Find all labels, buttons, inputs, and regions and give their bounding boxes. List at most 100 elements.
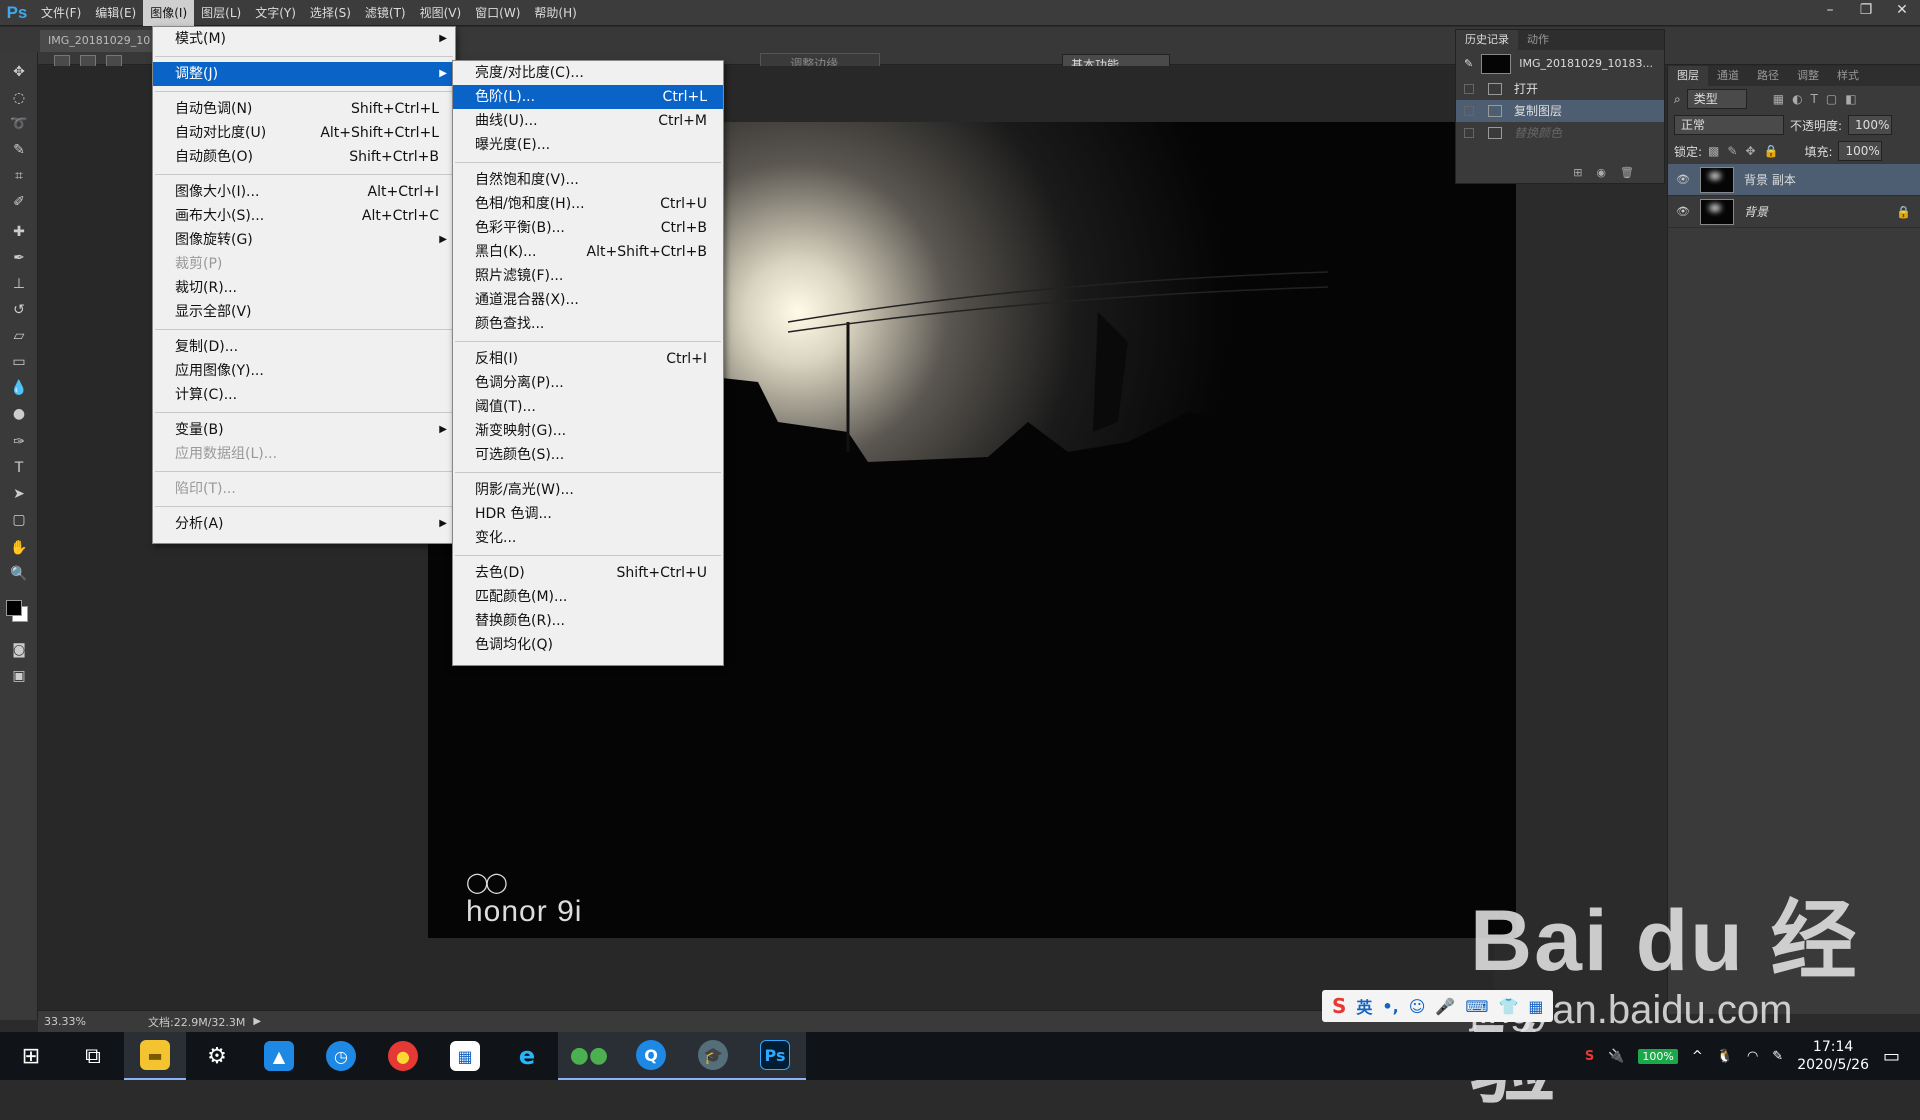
adjust-submenu-item[interactable]: 颜色查找... bbox=[453, 312, 723, 336]
history-checkbox[interactable] bbox=[1464, 84, 1474, 94]
type-tool-icon[interactable]: T bbox=[9, 458, 29, 478]
edu-app-icon[interactable]: 🎓 bbox=[682, 1032, 744, 1080]
ime-mode[interactable]: 英 bbox=[1356, 994, 1372, 1018]
adjust-submenu-item[interactable]: 色阶(L)... Ctrl+L bbox=[453, 85, 723, 109]
new-document-from-state-icon[interactable]: ⊞ bbox=[1573, 166, 1582, 179]
zoom-level[interactable]: 33.33% bbox=[38, 1015, 88, 1028]
photos-icon[interactable]: ▲ bbox=[248, 1032, 310, 1080]
menu-edit[interactable]: 编辑(E) bbox=[88, 0, 143, 26]
file-explorer-icon[interactable]: ▬ bbox=[124, 1032, 186, 1080]
emoji-icon[interactable]: ☺ bbox=[1409, 997, 1426, 1016]
tab-adjustments[interactable]: 调整 bbox=[1788, 66, 1828, 86]
chrome-icon[interactable]: ● bbox=[372, 1032, 434, 1080]
eye-icon[interactable]: 👁 bbox=[1676, 173, 1692, 186]
adjust-submenu-item[interactable]: 匹配颜色(M)... bbox=[453, 585, 723, 609]
menu-layer[interactable]: 图层(L) bbox=[194, 0, 248, 26]
quick-mask-icon[interactable]: ◙ bbox=[9, 640, 29, 660]
image-menu-item[interactable]: 计算(C)... bbox=[153, 383, 455, 407]
adjust-submenu-item[interactable]: 变化... bbox=[453, 526, 723, 550]
layer-background[interactable]: 👁 背景 🔒 bbox=[1668, 196, 1920, 228]
restore-button[interactable]: ❐ bbox=[1848, 0, 1884, 22]
image-menu-item[interactable]: 陷印(T)... bbox=[153, 477, 455, 501]
sogou-ime-icon[interactable]: S bbox=[1332, 994, 1346, 1018]
microphone-icon[interactable]: 🎤 bbox=[1435, 997, 1455, 1016]
adjust-submenu-item[interactable]: 黑白(K)... Alt+Shift+Ctrl+B bbox=[453, 240, 723, 264]
image-menu-item[interactable]: 复制(D)... bbox=[153, 335, 455, 359]
shape-tool-icon[interactable]: ▢ bbox=[9, 510, 29, 530]
adjust-submenu-item[interactable]: 色彩平衡(B)... Ctrl+B bbox=[453, 216, 723, 240]
qq-tray-icon[interactable]: 🐧 bbox=[1717, 1049, 1733, 1064]
document-tab[interactable]: IMG_20181029_10 bbox=[40, 30, 155, 52]
adjust-submenu-item[interactable]: 反相(I) Ctrl+I bbox=[453, 347, 723, 371]
windows-start-icon[interactable]: ⊞ bbox=[0, 1032, 62, 1080]
settings-icon[interactable]: ⚙ bbox=[186, 1032, 248, 1080]
quickq-icon[interactable]: Q bbox=[620, 1032, 682, 1080]
trash-icon[interactable]: 🗑 bbox=[1620, 166, 1634, 179]
eye-icon[interactable]: 👁 bbox=[1676, 205, 1692, 218]
image-menu-item[interactable]: 应用数据组(L)... bbox=[153, 442, 455, 466]
keyboard-icon[interactable]: ⌨ bbox=[1465, 997, 1488, 1016]
image-menu-item[interactable]: 模式(M) ▶ bbox=[153, 27, 455, 51]
chevron-up-icon[interactable]: ^ bbox=[1692, 1049, 1703, 1064]
tab-channels[interactable]: 通道 bbox=[1708, 66, 1748, 86]
layer-background-copy[interactable]: 👁 背景 副本 bbox=[1668, 164, 1920, 196]
image-menu-item[interactable]: 应用图像(Y)... bbox=[153, 359, 455, 383]
task-view-icon[interactable]: ⧉ bbox=[62, 1032, 124, 1080]
adjust-submenu-item[interactable]: 自然饱和度(V)... bbox=[453, 168, 723, 192]
image-menu-item[interactable]: 画布大小(S)... Alt+Ctrl+C bbox=[153, 204, 455, 228]
quick-select-icon[interactable]: ✎ bbox=[9, 140, 29, 160]
image-menu-item[interactable]: 图像旋转(G) ▶ bbox=[153, 228, 455, 252]
image-menu-item[interactable]: 图像大小(I)... Alt+Ctrl+I bbox=[153, 180, 455, 204]
wechat-icon[interactable]: ●● bbox=[558, 1032, 620, 1080]
healing-brush-icon[interactable]: ✚ bbox=[9, 222, 29, 242]
toolbox-icon[interactable]: ▦ bbox=[1528, 997, 1543, 1016]
menu-image[interactable]: 图像(I) bbox=[143, 0, 195, 26]
clock-app-icon[interactable]: ◷ bbox=[310, 1032, 372, 1080]
adjust-submenu-item[interactable]: 色相/饱和度(H)... Ctrl+U bbox=[453, 192, 723, 216]
filter-icons[interactable]: ▦◐T▢◧ bbox=[1773, 92, 1865, 106]
skin-icon[interactable]: 👕 bbox=[1498, 997, 1518, 1016]
move-tool-icon[interactable]: ✥ bbox=[9, 62, 29, 82]
notification-center-icon[interactable]: ▭ bbox=[1883, 1046, 1900, 1067]
adjust-submenu-item[interactable]: 亮度/对比度(C)... bbox=[453, 61, 723, 85]
adjust-submenu-item[interactable]: 通道混合器(X)... bbox=[453, 288, 723, 312]
minimize-button[interactable]: – bbox=[1812, 0, 1848, 22]
hand-tool-icon[interactable]: ✋ bbox=[9, 538, 29, 558]
history-state-open[interactable]: 打开 bbox=[1456, 78, 1664, 100]
adjust-submenu-item[interactable]: 色调分离(P)... bbox=[453, 371, 723, 395]
photoshop-taskbar-icon[interactable]: Ps bbox=[744, 1032, 806, 1080]
pen-tool-icon[interactable]: ✑ bbox=[9, 432, 29, 452]
color-swatch-icon[interactable] bbox=[4, 598, 30, 624]
lock-options-icons[interactable]: ▩✎✥🔒 bbox=[1708, 144, 1786, 158]
opacity-input[interactable]: 100% bbox=[1848, 115, 1893, 135]
dodge-tool-icon[interactable]: ● bbox=[9, 404, 29, 424]
history-checkbox[interactable] bbox=[1464, 106, 1474, 116]
history-snapshot[interactable]: ✎ IMG_20181029_10183... bbox=[1456, 50, 1664, 78]
image-menu-item[interactable]: 裁剪(P) bbox=[153, 252, 455, 276]
fill-input[interactable]: 100% bbox=[1838, 141, 1883, 161]
image-menu-item[interactable]: 显示全部(V) bbox=[153, 300, 455, 324]
image-menu-item[interactable]: 变量(B) ▶ bbox=[153, 418, 455, 442]
zoom-tool-icon[interactable]: 🔍 bbox=[9, 564, 29, 584]
power-plug-icon[interactable]: 🔌 bbox=[1608, 1049, 1624, 1064]
image-menu-item[interactable]: 分析(A) ▶ bbox=[153, 512, 455, 536]
adjust-submenu-item[interactable]: 去色(D) Shift+Ctrl+U bbox=[453, 561, 723, 585]
adjust-submenu-item[interactable]: 渐变映射(G)... bbox=[453, 419, 723, 443]
image-menu-item[interactable]: 自动对比度(U) Alt+Shift+Ctrl+L bbox=[153, 121, 455, 145]
status-expand-icon[interactable]: ▶ bbox=[253, 1016, 261, 1027]
tab-styles[interactable]: 样式 bbox=[1828, 66, 1868, 86]
pen-tray-icon[interactable]: ✎ bbox=[1772, 1049, 1783, 1064]
wifi-icon[interactable]: ◠ bbox=[1747, 1049, 1758, 1064]
ie-browser-icon[interactable]: e bbox=[496, 1032, 558, 1080]
battery-indicator[interactable]: 100% bbox=[1638, 1048, 1678, 1064]
menu-window[interactable]: 窗口(W) bbox=[468, 0, 527, 26]
history-checkbox[interactable] bbox=[1464, 128, 1474, 138]
menu-type[interactable]: 文字(Y) bbox=[248, 0, 303, 26]
menu-file[interactable]: 文件(F) bbox=[34, 0, 88, 26]
history-brush-icon[interactable]: ↺ bbox=[9, 300, 29, 320]
menu-filter[interactable]: 滤镜(T) bbox=[358, 0, 413, 26]
adjust-submenu-item[interactable]: 阈值(T)... bbox=[453, 395, 723, 419]
close-button[interactable]: ✕ bbox=[1884, 0, 1920, 22]
tab-history[interactable]: 历史记录 bbox=[1456, 30, 1518, 50]
adjust-submenu-item[interactable]: HDR 色调... bbox=[453, 502, 723, 526]
